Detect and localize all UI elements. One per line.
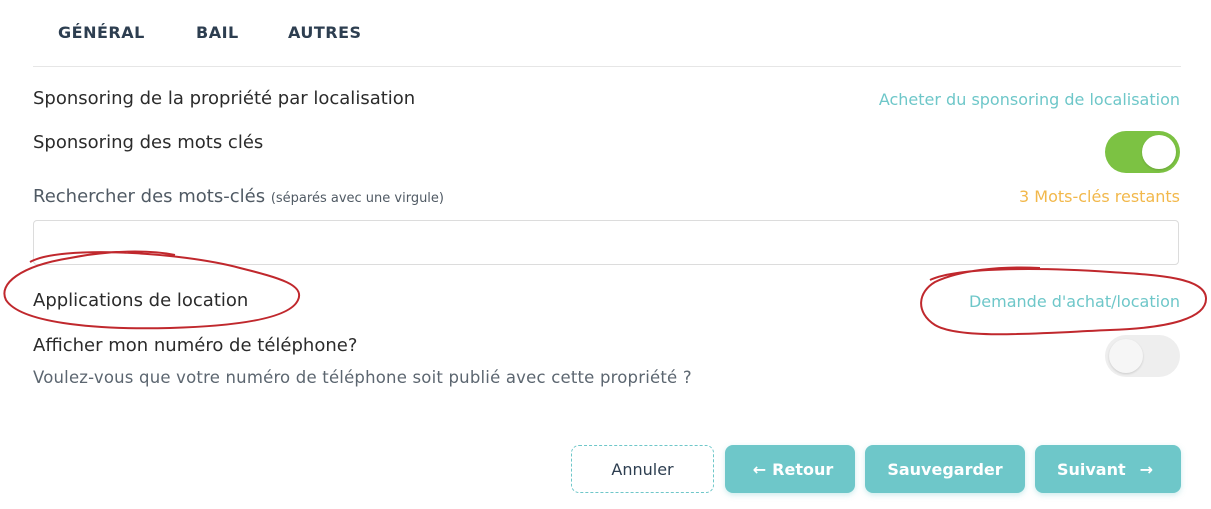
toggle-knob: [1142, 135, 1176, 169]
cancel-button-label: Annuler: [611, 459, 674, 479]
save-button-label: Sauvegarder: [887, 459, 1003, 479]
back-button[interactable]: ← Retour: [725, 445, 855, 493]
tab-bail[interactable]: BAIL: [196, 23, 239, 42]
next-button-label: Suivant: [1056, 459, 1126, 479]
keywords-remaining-count: 3 Mots-clés restants: [1019, 187, 1180, 206]
rental-applications-label: Applications de location: [33, 290, 249, 311]
keyword-sponsoring-toggle[interactable]: [1105, 131, 1180, 173]
keyword-search-label-row: Rechercher des mots-clés (séparés avec u…: [33, 186, 444, 207]
tab-autres[interactable]: AUTRES: [288, 23, 362, 42]
cancel-button[interactable]: Annuler: [571, 445, 714, 493]
buy-location-sponsoring-link[interactable]: Acheter du sponsoring de localisation: [879, 90, 1180, 109]
show-phone-toggle[interactable]: [1105, 335, 1180, 377]
show-phone-label: Afficher mon numéro de téléphone?: [33, 335, 358, 356]
purchase-rental-request-link[interactable]: Demande d'achat/location: [969, 292, 1180, 311]
save-button[interactable]: Sauvegarder: [865, 445, 1025, 493]
location-sponsoring-label: Sponsoring de la propriété par localisat…: [33, 88, 416, 109]
back-button-label: Retour: [772, 459, 834, 479]
keyword-search-label: Rechercher des mots-clés: [33, 186, 266, 207]
keyword-sponsoring-label: Sponsoring des mots clés: [33, 132, 264, 153]
tab-general[interactable]: GÉNÉRAL: [58, 23, 145, 42]
tab-bar: GÉNÉRAL BAIL AUTRES: [33, 0, 1181, 67]
show-phone-description: Voulez-vous que votre numéro de téléphon…: [33, 368, 692, 387]
arrow-right-icon: →: [1139, 459, 1154, 479]
next-button[interactable]: Suivant →: [1035, 445, 1181, 493]
toggle-knob: [1109, 339, 1143, 373]
keyword-search-input[interactable]: [33, 220, 1179, 265]
keyword-search-hint: (séparés avec une virgule): [270, 191, 444, 206]
arrow-left-icon: ←: [752, 459, 767, 479]
